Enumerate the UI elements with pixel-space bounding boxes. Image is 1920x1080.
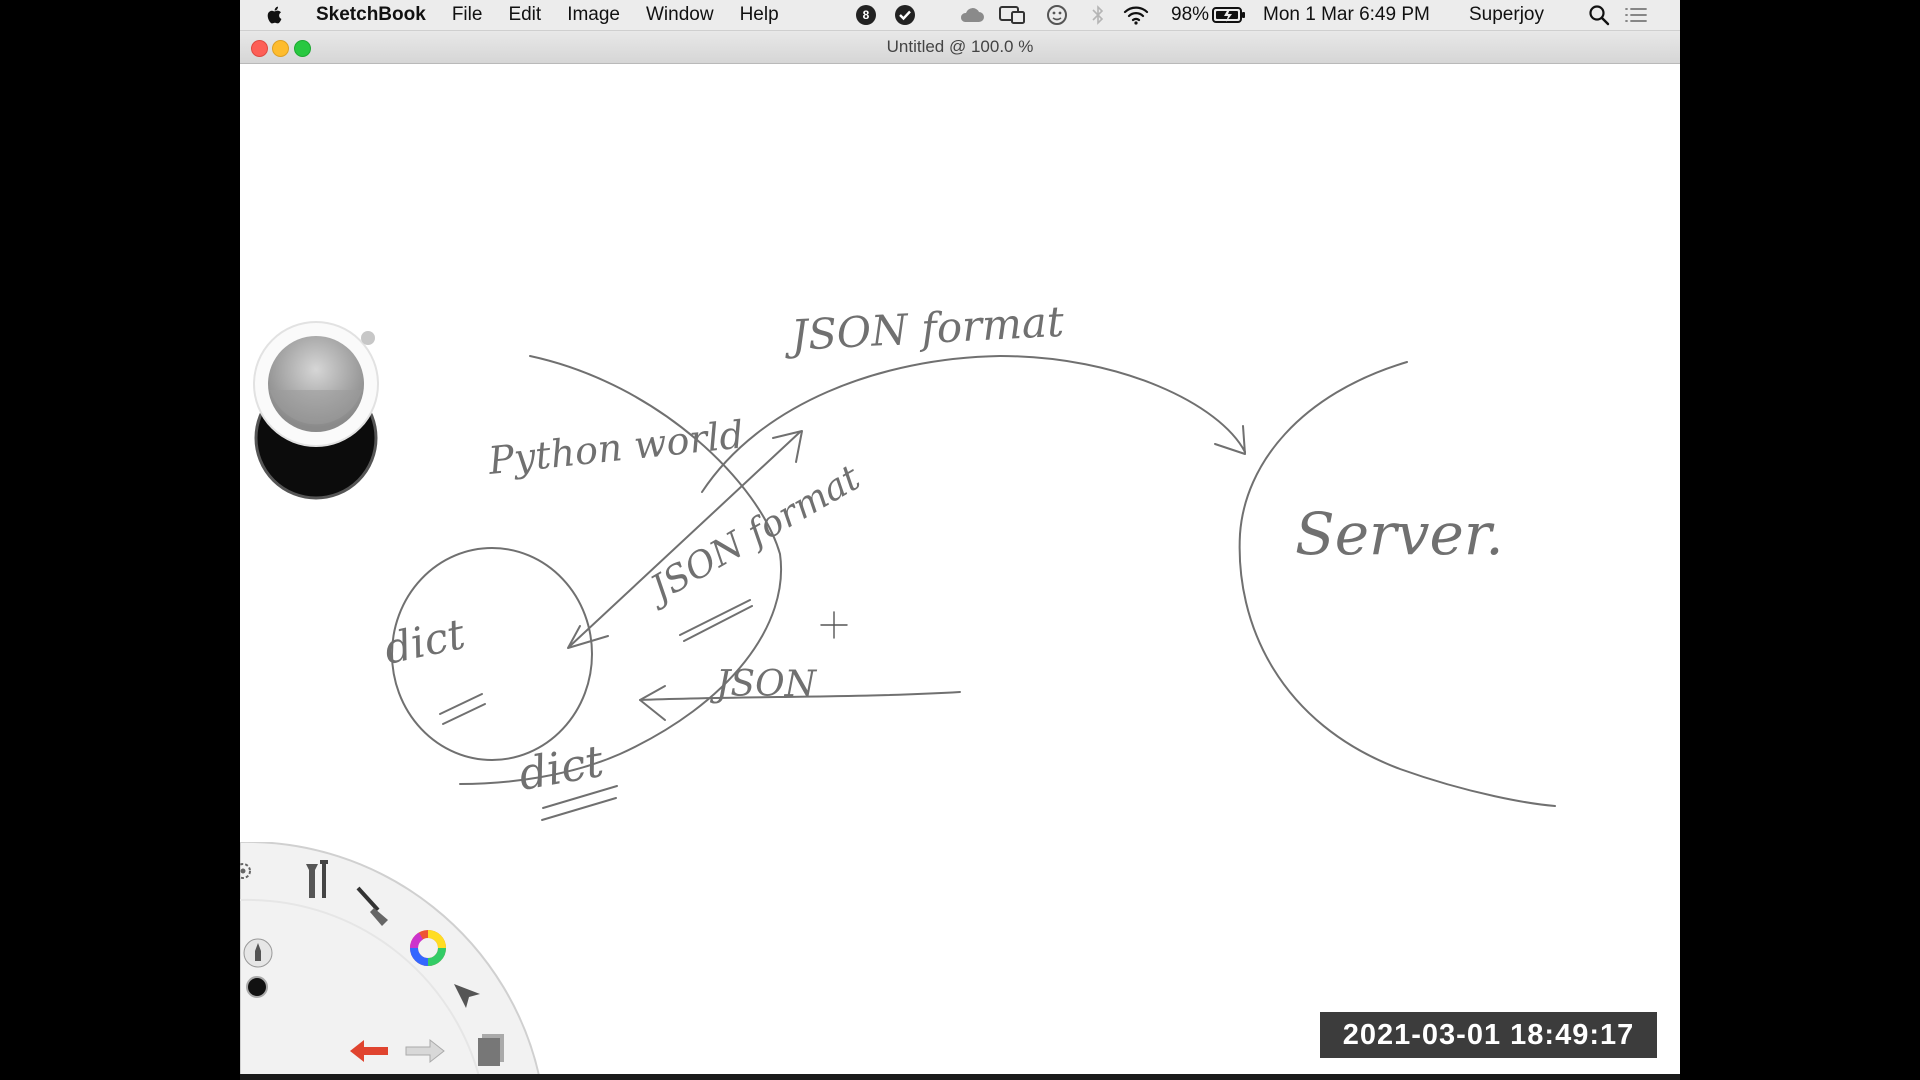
- screen: SketchBook File Edit Image Window Help 8…: [240, 0, 1680, 1080]
- bottom-border: [240, 1074, 1680, 1080]
- tools-icon[interactable]: [300, 858, 334, 904]
- menu-edit[interactable]: Edit: [508, 4, 541, 26]
- checkmark-icon[interactable]: [894, 0, 916, 30]
- battery-percent: 98%: [1171, 4, 1210, 25]
- menu-user[interactable]: Superjoy: [1469, 4, 1544, 26]
- settings-gear-icon[interactable]: [240, 860, 254, 882]
- wifi-icon[interactable]: [1122, 0, 1150, 30]
- server-boundary: [1238, 361, 1556, 807]
- label-json-format-top: JSON format: [782, 297, 1065, 361]
- menu-help[interactable]: Help: [740, 4, 779, 26]
- label-python-world: Python world: [485, 412, 745, 483]
- spotlight-search-icon[interactable]: [1588, 0, 1610, 30]
- color-wheel-icon[interactable]: [408, 928, 448, 968]
- select-arrow-icon[interactable]: [450, 980, 484, 1014]
- close-button[interactable]: [251, 40, 268, 57]
- face-icon[interactable]: [1046, 0, 1068, 30]
- black-color-dot[interactable]: [246, 976, 268, 998]
- menu-bar: SketchBook File Edit Image Window Help 8…: [240, 0, 1680, 31]
- window-title: Untitled @ 100.0 %: [886, 37, 1034, 56]
- zoom-button[interactable]: [294, 40, 311, 57]
- bluetooth-icon[interactable]: [1090, 0, 1106, 30]
- label-dict-inner: dict: [380, 609, 469, 674]
- menu-file[interactable]: File: [452, 4, 483, 26]
- menu-clock[interactable]: Mon 1 Mar 6:49 PM: [1263, 4, 1430, 26]
- label-server: Server.: [1295, 500, 1504, 568]
- pencil-icon[interactable]: [242, 937, 274, 969]
- apple-icon[interactable]: [264, 4, 286, 26]
- layers-icon[interactable]: [474, 1032, 508, 1068]
- crosshair-cursor: [820, 611, 848, 639]
- json-format-arc-arrow: [701, 355, 1246, 493]
- menu-window[interactable]: Window: [646, 4, 714, 26]
- label-json-format-mid: JSON format: [638, 457, 868, 613]
- brush-icon[interactable]: [354, 886, 394, 928]
- label-json-bottom: JSON: [709, 664, 818, 705]
- undo-icon[interactable]: [348, 1036, 392, 1066]
- redo-icon[interactable]: [402, 1036, 446, 1066]
- status-badge[interactable]: 8: [856, 0, 876, 30]
- display-icon[interactable]: [998, 0, 1026, 30]
- label-dict-outer: dict: [515, 736, 607, 801]
- color-puck[interactable]: [252, 260, 387, 505]
- cloud-icon[interactable]: [958, 0, 986, 30]
- menu-image[interactable]: Image: [567, 4, 620, 26]
- window-title-bar: Untitled @ 100.0 %: [240, 31, 1680, 64]
- notification-center-icon[interactable]: [1623, 0, 1649, 30]
- minimize-button[interactable]: [272, 40, 289, 57]
- timestamp-overlay: 2021-03-01 18:49:17: [1320, 1012, 1657, 1058]
- menu-app-name[interactable]: SketchBook: [316, 4, 426, 26]
- battery-icon[interactable]: [1212, 0, 1246, 30]
